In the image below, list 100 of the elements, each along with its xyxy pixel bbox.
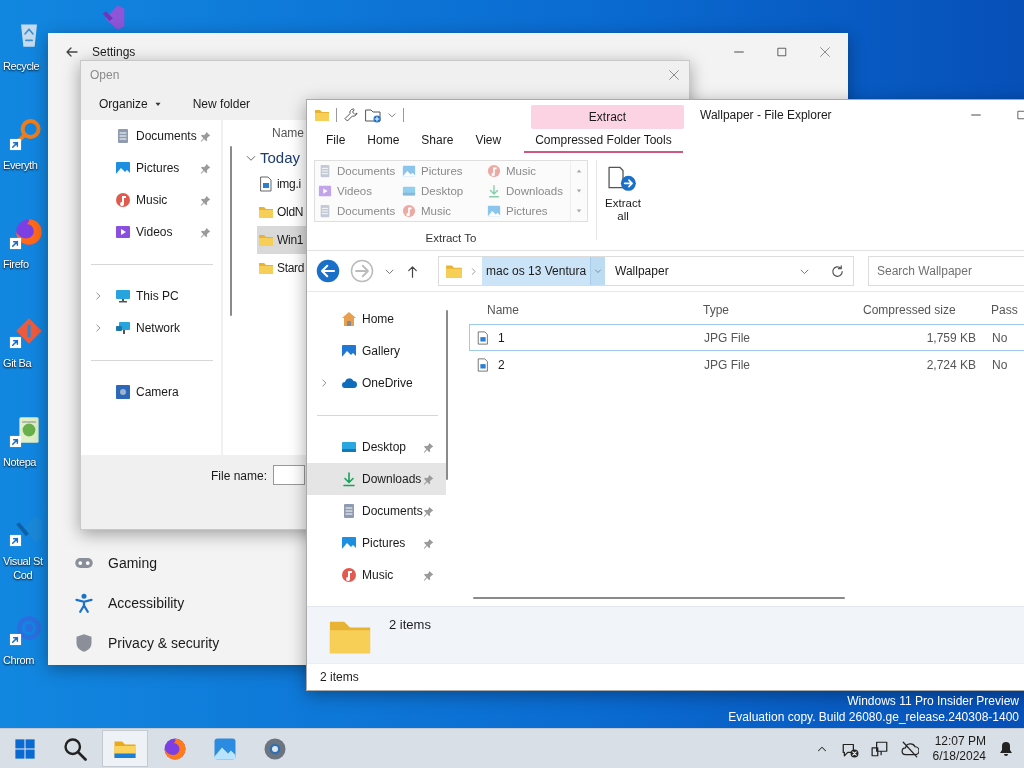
image-file-icon [258, 176, 274, 192]
start-icon [14, 737, 36, 760]
ribbon-tab[interactable]: View [464, 129, 513, 153]
settings-nav-item[interactable]: Gaming [74, 543, 158, 583]
column-header[interactable]: Type [695, 303, 855, 318]
desktop-icon-label: Notepa [3, 455, 37, 469]
nav-item[interactable]: Documents [81, 120, 221, 152]
extract-location-item[interactable]: Music [484, 160, 570, 181]
column-header[interactable]: Name [469, 303, 695, 318]
nav-item[interactable]: Home [307, 303, 446, 336]
nav-item[interactable]: Pictures [81, 152, 221, 184]
breadcrumb-item[interactable]: mac os 13 Ventura [482, 257, 591, 285]
settings-nav-item[interactable]: Privacy & security [74, 623, 220, 663]
document-icon [318, 203, 332, 218]
up-arrow-icon[interactable] [405, 263, 420, 279]
extract-location-item[interactable]: Videos [315, 180, 399, 201]
camera-icon [115, 384, 131, 400]
dialog-title: Open [90, 67, 120, 82]
file-item[interactable]: Win1 [257, 226, 306, 254]
photos-icon [213, 736, 237, 761]
shortcut-arrow-icon [9, 534, 22, 547]
nav-item[interactable]: Gallery [307, 335, 446, 368]
clock[interactable]: 12:07 PM 6/18/2024 [932, 733, 986, 764]
gallery-icon [341, 343, 357, 360]
file-item[interactable]: OldN [257, 198, 306, 226]
file-item[interactable]: Stard [257, 254, 306, 282]
file-row[interactable]: 1 JPG File 1,759 KB No [469, 324, 1024, 352]
new-folder-icon[interactable] [365, 106, 381, 123]
chevron-icon[interactable] [469, 266, 478, 276]
nav-item[interactable]: Music [307, 559, 446, 592]
nav-item[interactable]: Documents [307, 495, 446, 528]
scrollbar-thumb[interactable] [230, 146, 232, 316]
nav-item[interactable]: Desktop [307, 431, 446, 464]
table-cell-text: 2,724 KB [925, 357, 977, 372]
window-title: Settings [92, 45, 136, 59]
close-icon[interactable] [667, 67, 681, 82]
shortcut-arrow-icon [9, 237, 22, 250]
new-folder-button[interactable]: New folder [184, 93, 259, 115]
item-count: 2 items [389, 617, 431, 633]
nav-item[interactable]: Camera [81, 376, 221, 408]
extract-location-item[interactable]: Music [399, 200, 484, 221]
network-icon[interactable] [870, 739, 889, 758]
nav-item[interactable]: Music [81, 184, 221, 216]
close-icon[interactable] [818, 45, 832, 59]
pin-icon [422, 569, 434, 581]
pin-icon [422, 441, 434, 453]
image-file-icon [476, 330, 490, 345]
chevron-icon[interactable] [93, 323, 103, 333]
shortcut-arrow-icon [9, 336, 22, 349]
file-explorer-button[interactable] [102, 730, 148, 767]
breadcrumb-item[interactable]: Wallpaper [611, 257, 673, 285]
app-icon[interactable] [100, 4, 127, 31]
ribbon-tab[interactable]: Home [356, 129, 411, 153]
file-row[interactable]: 2 JPG File 2,724 KB No [469, 351, 1024, 379]
maximize-icon[interactable] [1016, 108, 1024, 121]
ribbon-tab[interactable]: Compressed Folder Tools [524, 129, 683, 153]
nav-item[interactable]: Network [81, 312, 221, 344]
scrollbar-thumb[interactable] [445, 310, 448, 481]
forward-icon[interactable] [350, 259, 374, 283]
chevron-icon [594, 267, 603, 275]
window-title: Wallpaper - File Explorer [700, 107, 832, 122]
nav-item[interactable]: This PC [81, 280, 221, 312]
ribbon-tab[interactable]: File [315, 129, 357, 153]
refresh-icon[interactable] [830, 263, 845, 279]
table-cell-text: JPG File [703, 330, 751, 345]
home-icon [341, 311, 357, 328]
back-icon[interactable] [316, 259, 340, 283]
settings-nav-item[interactable]: Accessibility [74, 583, 185, 623]
file-name-field[interactable] [273, 465, 306, 485]
nav-item[interactable]: OneDrive [307, 367, 446, 400]
address-bar[interactable]: mac os 13 Ventura Wallpaper [438, 256, 854, 286]
nav-item[interactable]: Downloads [307, 463, 446, 496]
nav-item[interactable]: Pictures [307, 527, 446, 560]
column-header[interactable]: Compressed size [855, 303, 983, 318]
column-header[interactable]: Pass [983, 303, 1024, 318]
column-header[interactable]: Name [272, 126, 304, 140]
document-icon [115, 128, 131, 144]
cloud-off-icon[interactable] [900, 739, 919, 758]
bell-icon[interactable] [998, 740, 1014, 757]
chevron-icon[interactable] [319, 378, 329, 389]
wrench-icon[interactable] [343, 106, 359, 123]
search-field[interactable]: Search Wallpaper [868, 256, 1024, 286]
extract-location-item[interactable]: Downloads [484, 180, 570, 201]
table-cell-text: No [991, 357, 1009, 372]
chevron-icon[interactable] [93, 291, 103, 301]
desktop-icon-label: Visual St Cod [3, 554, 43, 582]
desktop-icon-label: Recycle [3, 59, 40, 73]
browser-icon[interactable] [13, 216, 45, 248]
ribbon-tab[interactable]: Share [410, 129, 465, 153]
pin-icon [200, 162, 211, 174]
nav-item[interactable]: Videos [81, 216, 221, 248]
document-icon [341, 503, 357, 520]
scrollbar-thumb[interactable] [473, 597, 845, 600]
maximize-icon[interactable] [776, 46, 788, 58]
file-item[interactable]: img.i [257, 170, 306, 198]
extract-all-button[interactable]: Extract all [601, 159, 645, 224]
desktop-notice-text: Evaluation copy. Build 26080.ge_release.240308-1400 [728, 709, 1019, 725]
extract-location-item[interactable]: Desktop [399, 180, 484, 201]
organize-button[interactable]: Organize [91, 93, 171, 115]
dropdown-button[interactable] [590, 257, 606, 285]
